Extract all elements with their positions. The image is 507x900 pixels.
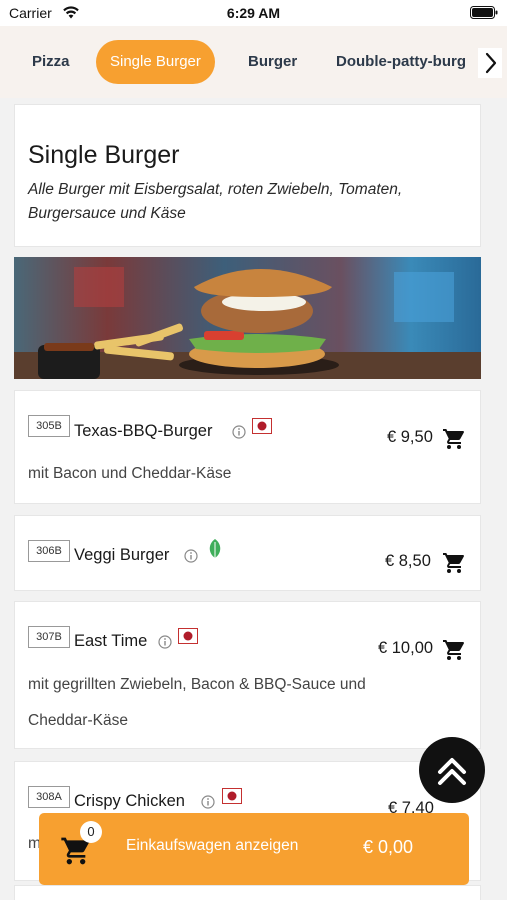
menu-item-card[interactable] [14, 885, 481, 900]
flag-icon [252, 418, 272, 434]
flag-icon [178, 628, 198, 644]
cart-count-badge: 0 [80, 821, 102, 843]
section-header-card: Single Burger Alle Burger mit Eisbergsal… [14, 104, 481, 247]
add-to-cart-icon[interactable] [442, 638, 466, 662]
item-price: € 10,00 [378, 639, 434, 657]
double-chevron-up-icon [438, 758, 466, 785]
menu-item-card[interactable]: 305B Texas-BBQ-Burger € 9,50 mit Bacon u… [14, 390, 481, 504]
cart-total: € 0,00 [363, 837, 414, 857]
item-description: mit gegrillten Zwiebeln, Bacon & BBQ-Sau… [28, 676, 366, 693]
item-name: Texas-BBQ-Burger [74, 422, 213, 440]
section-title: Single Burger [28, 141, 180, 169]
section-description: Alle Burger mit Eisbergsalat, roten Zwie… [28, 181, 403, 222]
item-name: Veggi Burger [74, 546, 170, 564]
item-price: € 9,50 [387, 428, 433, 446]
view-cart-button[interactable]: 0 Einkaufswagen anzeigen € 0,00 [39, 813, 469, 885]
item-price: € 8,50 [385, 552, 431, 570]
item-code: 307B [28, 626, 70, 648]
info-icon[interactable] [232, 425, 246, 439]
item-name: Crispy Chicken [74, 792, 185, 810]
item-name: East Time [74, 632, 148, 650]
item-description: mit Bacon und Cheddar-Käse [28, 465, 232, 482]
battery-icon [470, 6, 498, 19]
add-to-cart-icon[interactable] [442, 551, 466, 575]
tab-burger[interactable]: Burger [248, 40, 297, 84]
flag-icon [222, 788, 242, 804]
add-to-cart-icon[interactable] [442, 427, 466, 451]
status-time: 6:29 AM [226, 5, 281, 21]
category-tabs: Pizza Single Burger Burger Double-patty-… [0, 26, 507, 98]
cart-label: Einkaufswagen anzeigen [126, 837, 299, 854]
info-icon[interactable] [184, 549, 198, 563]
menu-item-card[interactable]: 307B East Time € 10,00 mit gegrillten Zw… [14, 601, 481, 749]
burger-banner-image [14, 257, 481, 379]
menu-item-card[interactable]: 306B Veggi Burger € 8,50 [14, 515, 481, 591]
tab-pizza[interactable]: Pizza [32, 40, 70, 84]
tab-double-patty-burger[interactable]: Double-patty-burg [336, 40, 466, 84]
tabs-next-button[interactable] [478, 48, 502, 78]
scroll-to-top-button[interactable] [419, 737, 485, 803]
tab-single-burger[interactable]: Single Burger [96, 40, 215, 84]
leaf-icon [209, 539, 221, 559]
status-bar: Carrier 6:29 AM [0, 0, 507, 26]
item-code: 308A [28, 786, 70, 808]
item-code: 306B [28, 540, 70, 562]
info-icon[interactable] [201, 795, 215, 809]
info-icon[interactable] [158, 635, 172, 649]
chevron-right-icon [485, 52, 497, 74]
item-code: 305B [28, 415, 70, 437]
item-description: Cheddar-Käse [28, 712, 128, 729]
